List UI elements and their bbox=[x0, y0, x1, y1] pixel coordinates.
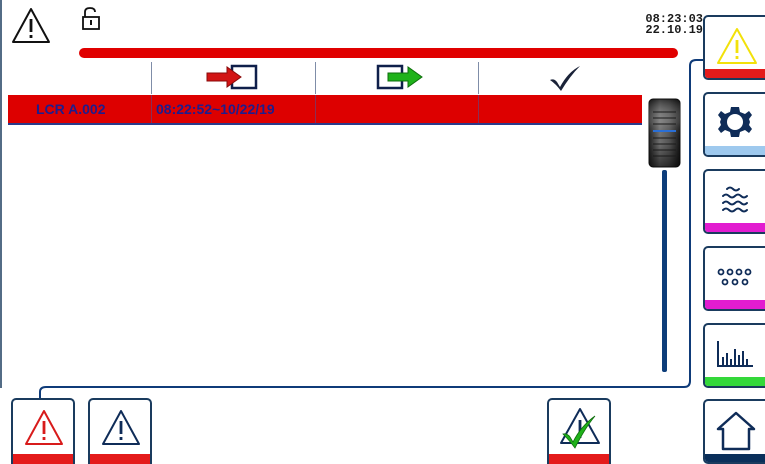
acknowledge-icon bbox=[560, 408, 600, 449]
alarm-out-icon[interactable] bbox=[376, 64, 430, 90]
warning-icon bbox=[102, 410, 140, 445]
bar-chart-icon bbox=[717, 341, 753, 367]
scrollbar-track[interactable] bbox=[662, 170, 667, 372]
sidebar-alarms-button[interactable] bbox=[703, 15, 765, 80]
checkmark-icon[interactable] bbox=[548, 64, 582, 91]
gear-icon bbox=[718, 107, 752, 137]
column-separator bbox=[315, 62, 316, 94]
accent-strip bbox=[549, 454, 609, 464]
sidebar-points-button[interactable] bbox=[703, 246, 765, 311]
accent-strip bbox=[13, 454, 73, 464]
cell-separator bbox=[315, 95, 316, 124]
accent-strip bbox=[90, 454, 150, 464]
sidebar-sensor-button[interactable] bbox=[703, 169, 765, 234]
sidebar-settings-button[interactable] bbox=[703, 92, 765, 157]
waves-icon bbox=[722, 186, 748, 213]
alarm-in-icon[interactable] bbox=[205, 64, 259, 90]
warning-icon[interactable] bbox=[10, 6, 52, 46]
accent-strip bbox=[705, 223, 765, 232]
accent-strip bbox=[705, 454, 765, 462]
alarm-source: LCR A.002 bbox=[36, 101, 106, 117]
warning-icon bbox=[717, 28, 757, 64]
accent-strip bbox=[705, 69, 765, 78]
column-separator bbox=[151, 62, 152, 94]
alarm-time-range: 08:22:52~10/22/19 bbox=[156, 101, 275, 117]
column-separator bbox=[478, 62, 479, 94]
clock-display: 08:23:03 22.10.19 bbox=[645, 13, 703, 37]
accent-strip bbox=[705, 300, 765, 309]
home-icon bbox=[716, 411, 756, 451]
active-alarms-button[interactable] bbox=[11, 398, 75, 464]
scrollbar-thumb[interactable] bbox=[648, 98, 681, 168]
unlock-icon[interactable] bbox=[80, 6, 102, 32]
accent-strip bbox=[705, 146, 765, 155]
sidebar-trends-button[interactable] bbox=[703, 323, 765, 388]
acknowledge-button[interactable] bbox=[547, 398, 611, 464]
cell-separator bbox=[151, 95, 152, 124]
accent-strip bbox=[705, 377, 765, 386]
cell-separator bbox=[478, 95, 479, 124]
sidebar-home-button[interactable] bbox=[703, 399, 765, 464]
warning-red-icon bbox=[25, 410, 63, 445]
alarm-history-button[interactable] bbox=[88, 398, 152, 464]
alarm-status-bar bbox=[79, 48, 678, 58]
row-divider bbox=[8, 123, 642, 125]
date-text: 22.10.19 bbox=[645, 23, 703, 37]
dots-icon bbox=[717, 268, 752, 286]
